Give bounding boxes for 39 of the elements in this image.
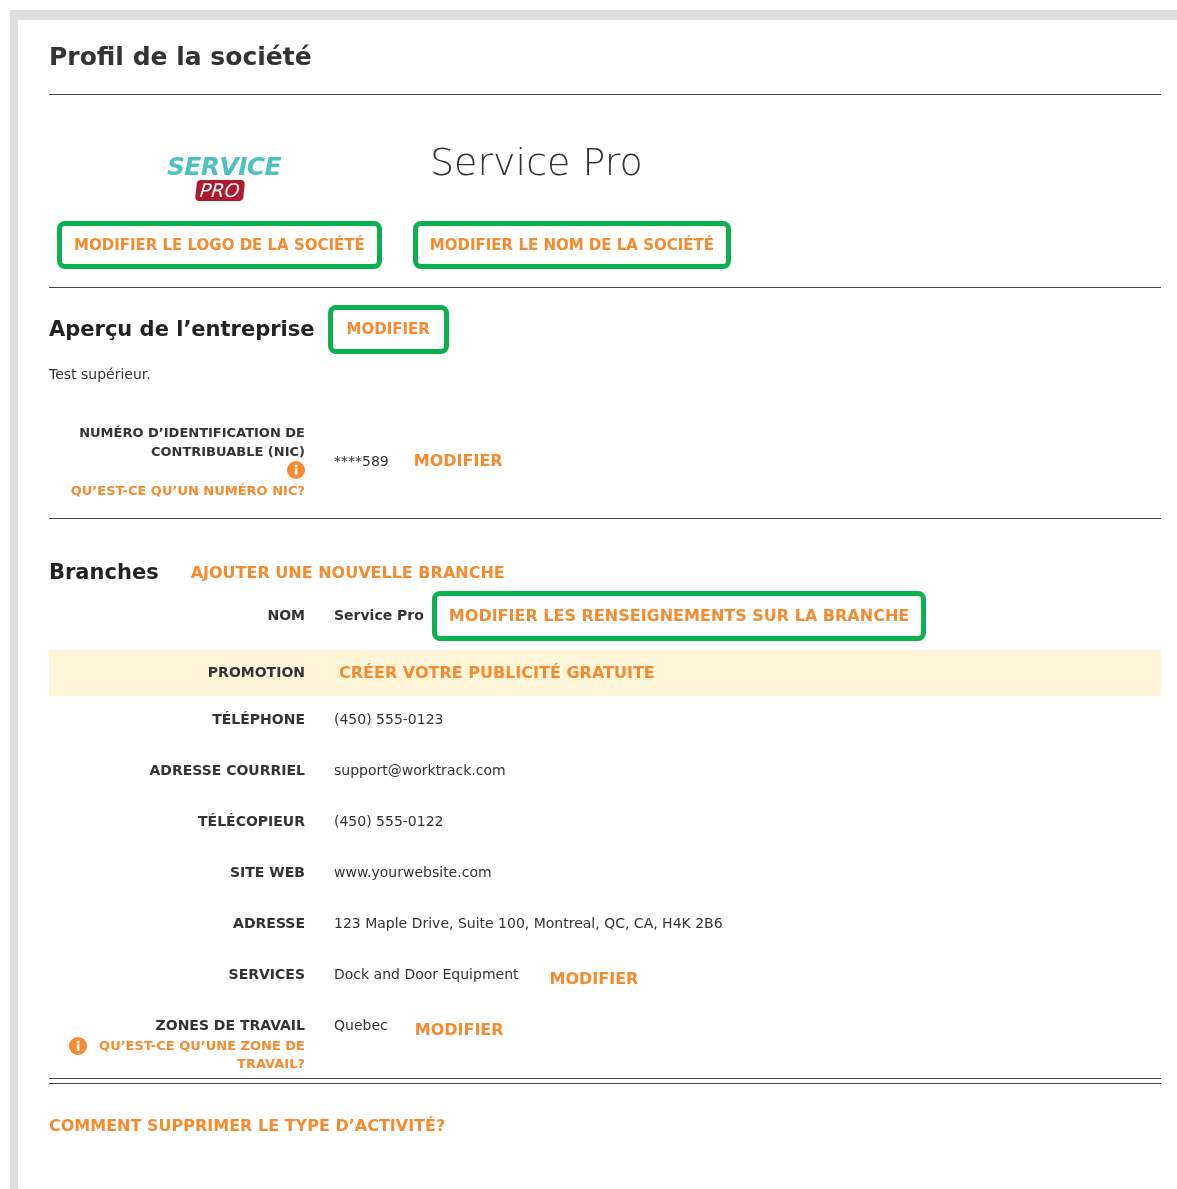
field-value: Service Pro [334, 606, 424, 625]
help-link[interactable]: QU’EST-CE QU’UN NUMÉRO NIC? [70, 480, 305, 500]
field-label: TÉLÉPHONE [212, 709, 305, 729]
field-label: ADRESSE COURRIEL [149, 760, 305, 780]
link[interactable]: MODIFIER LE NOM DE LA SOCIÉTÉ [412, 220, 732, 269]
section-heading: Branches [49, 559, 159, 586]
add-branch-link[interactable]: AJOUTER UNE NOUVELLE BRANCHE [190, 560, 505, 585]
link[interactable]: MODIFIER [327, 305, 449, 354]
field-label: PROMOTION [207, 663, 305, 682]
field-value: 123 Maple Drive, Suite 100, Montreal, QC, CA, H4K 2B6 [334, 913, 723, 933]
link[interactable]: MODIFIER [397, 1004, 521, 1055]
edit-link[interactable]: MODIFIER [413, 449, 503, 474]
field-label: ZONES DE TRAVAIL [155, 1015, 305, 1035]
field-value: (450) 555-0122 [334, 811, 444, 831]
company-name: Service Pro [430, 139, 643, 186]
section-heading: Aperçu de l’entreprise [49, 315, 315, 343]
field-label: ADRESSE [233, 913, 305, 933]
help-link[interactable]: QU’EST-CE QU’UNE ZONE DE TRAVAIL? [99, 1036, 305, 1073]
description: Test supérieur. [49, 364, 152, 384]
help-link[interactable]: COMMENT SUPPRIMER LE TYPE D’ACTIVITÉ? [49, 1113, 1161, 1138]
field-value: (450) 555-0123 [334, 709, 444, 729]
logo: SERVICE PRO [165, 154, 282, 201]
field-label: TÉLÉCOPIEUR [198, 811, 305, 831]
field-value: support@worktrack.com [334, 760, 506, 780]
field-value: www.yourwebsite.com [334, 862, 492, 882]
field-value: Quebec [334, 1015, 388, 1035]
link[interactable]: CRÉER VOTRE PUBLICITÉ GRATUITE [322, 647, 672, 698]
info-icon[interactable] [287, 460, 305, 479]
field-value: Dock and Door Equipment [334, 964, 519, 984]
field-label: NOM [267, 606, 305, 625]
link[interactable]: MODIFIER LES RENSEIGNEMENTS SUR LA BRANCHE [431, 590, 927, 641]
link[interactable]: MODIFIER [532, 953, 656, 1004]
field-label: NUMÉRO D’IDENTIFICATION DE CONTRIBUABLE (NIC) [78, 423, 305, 461]
info-icon[interactable] [69, 1036, 87, 1055]
field-label: SITE WEB [230, 862, 305, 882]
field-value: ****589 [334, 451, 389, 471]
page-title: Profil de la société [49, 41, 313, 73]
field-label: SERVICES [228, 964, 305, 984]
link[interactable]: MODIFIER LE LOGO DE LA SOCIÉTÉ [57, 220, 382, 269]
